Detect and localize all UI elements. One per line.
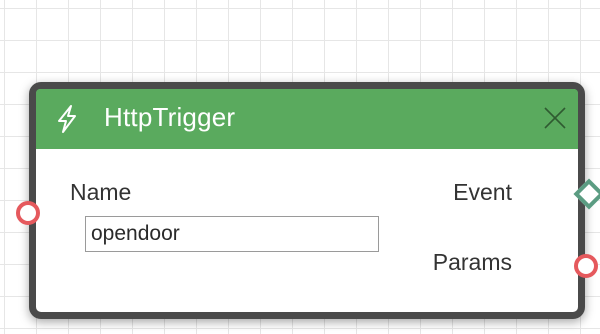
params-output-port[interactable] xyxy=(574,254,598,278)
name-label: Name xyxy=(70,179,132,205)
event-label: Event xyxy=(453,179,512,205)
node-header[interactable]: HttpTrigger xyxy=(36,89,578,149)
http-trigger-node[interactable]: HttpTrigger Name Event Params xyxy=(16,82,600,319)
params-label: Params xyxy=(432,249,512,275)
input-port[interactable] xyxy=(16,201,40,225)
name-input[interactable] xyxy=(85,216,379,252)
close-button[interactable] xyxy=(538,101,572,135)
lightning-bolt-icon xyxy=(54,104,80,134)
event-output-port[interactable] xyxy=(573,178,600,210)
node-title: HttpTrigger xyxy=(104,102,236,132)
close-icon xyxy=(544,107,566,129)
